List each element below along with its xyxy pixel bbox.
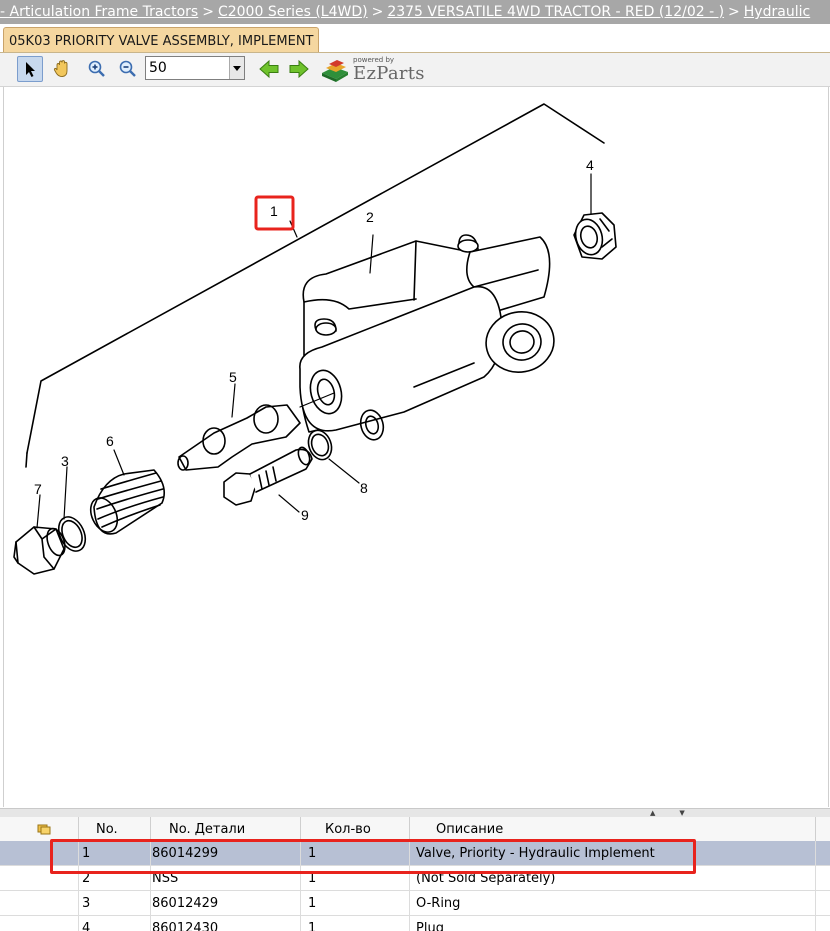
zoom-out-icon [119,60,136,77]
spring-part-6 [89,469,165,535]
selected-row-highlight [50,839,696,874]
ezparts-logo-icon [322,60,348,82]
callout-4[interactable]: 4 [586,157,594,173]
callout-1[interactable]: 1 [270,203,278,219]
ezparts-logo: powered by EzParts [320,56,430,85]
cell-part-number: 86012430 [151,916,301,931]
breadcrumb-separator: > [202,4,214,20]
cell-description: O-Ring [410,891,816,916]
arrow-right-icon [289,59,309,79]
cell-part-number: 86012429 [151,891,301,916]
cell-no: 4 [79,916,151,931]
breadcrumb-separator: > [371,4,384,20]
cell-quantity: 1 [301,891,410,916]
parts-diagram [13,103,617,575]
cell-no: 3 [79,891,151,916]
callout-7[interactable]: 7 [34,481,42,497]
next-page-button[interactable] [286,56,312,82]
header-icon-cell[interactable] [0,817,79,841]
arrow-left-icon [259,59,279,79]
callout-6[interactable]: 6 [106,433,114,449]
row-icon-cell [0,916,79,931]
zoom-level-select[interactable]: 50 [145,56,245,80]
header-description[interactable]: Описание [410,817,816,841]
zoom-out-button[interactable] [115,56,141,82]
table-row[interactable]: 4 86012430 1 Plug [0,916,830,931]
callout-5[interactable]: 5 [229,369,237,385]
breadcrumb-item-articulation[interactable]: - Articulation Frame Tractors [0,4,198,20]
zoom-level-value: 50 [149,60,167,76]
cell-quantity: 1 [301,916,410,931]
breadcrumb-separator: > [728,4,740,20]
plug-part-4 [573,212,617,260]
pointer-tool-button[interactable] [17,56,43,82]
viewer-toolbar: 50 powered by EzParts [0,53,830,87]
plug-part-7 [13,526,66,575]
breadcrumb-item-hydraulic[interactable]: Hydraulic [744,4,810,20]
cart-icon [37,824,51,835]
parts-table: No. No. Детали Кол-во Описание 1 8601429… [0,817,830,931]
previous-page-button[interactable] [256,56,282,82]
table-row[interactable]: 3 86012429 1 O-Ring [0,891,830,916]
pointer-icon [26,62,35,77]
callout-8[interactable]: 8 [360,480,368,496]
pan-tool-button[interactable] [49,56,75,82]
cell-description: Plug [410,916,816,931]
valve-housing-part [299,234,555,441]
callout-9[interactable]: 9 [301,507,309,523]
fitting-part-9 [223,446,313,506]
breadcrumb-item-model[interactable]: 2375 VERSATILE 4WD TRACTOR - RED (12/02 … [387,4,724,20]
hand-icon [53,60,68,77]
breadcrumb-item-series[interactable]: C2000 Series (L4WD) [218,4,368,20]
tab-bar: 05K03 PRIORITY VALVE ASSEMBLY, IMPLEMENT [0,24,830,54]
tab-priority-valve[interactable]: 05K03 PRIORITY VALVE ASSEMBLY, IMPLEMENT [3,27,320,54]
breadcrumb: - Articulation Frame Tractors > C2000 Seri… [0,0,830,24]
zoom-in-button[interactable] [84,56,110,82]
chevron-down-icon[interactable] [229,57,244,79]
diagram-viewer[interactable]: 1 2 4 5 6 3 7 8 9 [3,87,829,807]
zoom-in-icon [88,60,105,77]
header-no[interactable]: No. [79,817,151,841]
row-icon-cell [0,891,79,916]
header-quantity[interactable]: Кол-во [301,817,410,841]
callout-2[interactable]: 2 [366,209,374,225]
splitter-arrows-icon[interactable]: ▲▼ [650,809,709,817]
logo-brand: EzParts [353,63,425,84]
callout-3[interactable]: 3 [61,453,69,469]
header-part-number[interactable]: No. Детали [151,817,301,841]
